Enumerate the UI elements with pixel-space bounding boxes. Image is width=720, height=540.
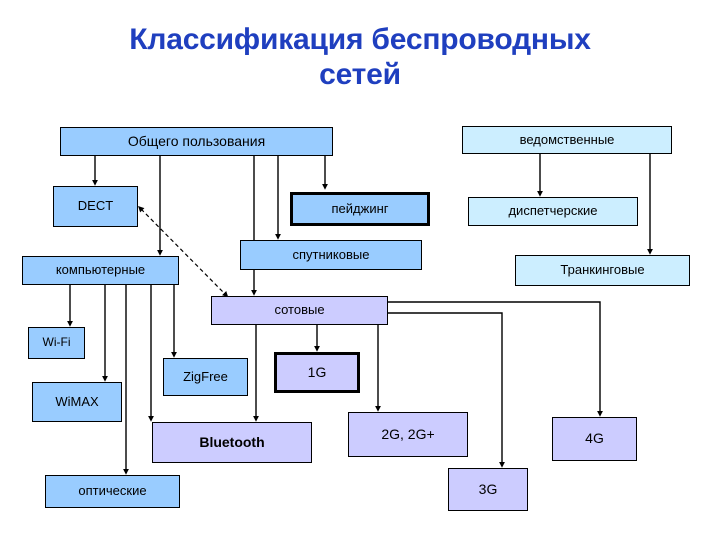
node-label: оптические (78, 483, 147, 499)
node-public[interactable]: Общего пользования (60, 127, 333, 156)
node-wifi[interactable]: Wi-Fi (28, 327, 85, 359)
node-label: компьютерные (55, 262, 146, 278)
node-satellite[interactable]: спутниковые (240, 240, 422, 270)
node-label: Wi-Fi (42, 335, 71, 350)
node-label: Транкинговые (560, 262, 645, 278)
node-4g[interactable]: 4G (552, 417, 637, 461)
edge-cellular-4g (388, 301, 603, 417)
node-computer[interactable]: компьютерные (22, 256, 179, 285)
page-title: Классификация беспроводных сетей (129, 23, 591, 92)
node-fiber[interactable]: оптические (45, 475, 180, 508)
node-3g[interactable]: 3G (448, 468, 528, 511)
node-label: Bluetooth (199, 433, 265, 450)
node-label: 3G (478, 480, 498, 497)
node-label: ZigFree (183, 368, 228, 384)
node-label: ведомственные (519, 131, 615, 147)
node-label: 4G (585, 430, 604, 447)
node-label: WiMAX (55, 393, 99, 409)
node-label: 2G, 2G+ (381, 425, 435, 442)
node-label: диспетчерские (508, 203, 598, 219)
node-label: Общего пользования (127, 132, 266, 149)
node-1g[interactable]: 1G (274, 352, 360, 393)
node-trunking[interactable]: Транкинговые (515, 255, 690, 286)
node-dispatch[interactable]: диспетчерские (468, 197, 638, 226)
node-dect[interactable]: DECT (53, 186, 138, 227)
node-cellular[interactable]: сотовые (211, 296, 388, 325)
node-paging[interactable]: пейджинг (290, 192, 430, 226)
node-label: спутниковые (292, 246, 370, 262)
node-wimax[interactable]: WiMAX (32, 382, 122, 422)
node-label: DECT (77, 198, 114, 214)
node-zigfree[interactable]: ZigFree (163, 358, 248, 396)
node-departmental[interactable]: ведомственные (462, 126, 672, 154)
node-label: 1G (307, 363, 327, 380)
node-label: сотовые (274, 302, 325, 318)
node-bluetooth[interactable]: Bluetooth (152, 422, 312, 463)
slide-canvas: Классификация беспроводных сетей Общего … (0, 0, 720, 540)
node-label: пейджинг (331, 200, 389, 216)
node-2g[interactable]: 2G, 2G+ (348, 412, 468, 457)
